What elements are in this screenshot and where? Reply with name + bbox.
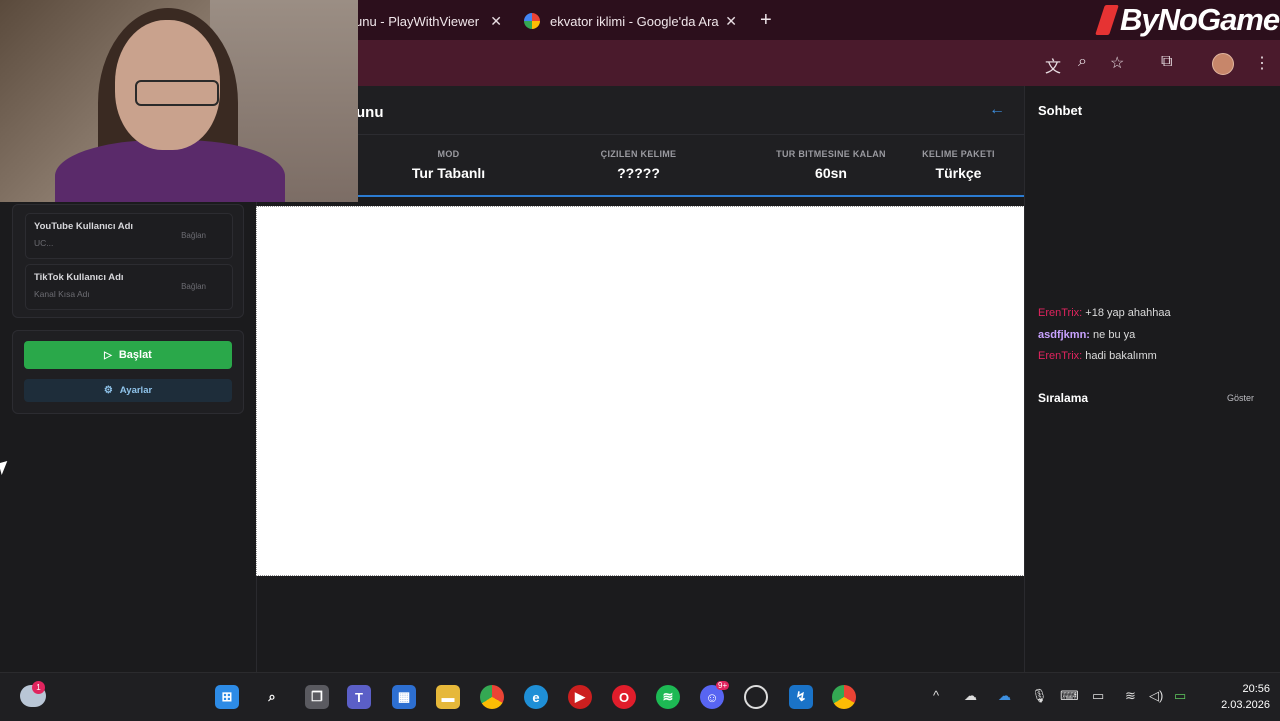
stat-time-left: TUR BITMESINE KALAN 60sn: [761, 149, 901, 181]
chat-text: ne bu ya: [1093, 329, 1136, 341]
tray-overflow-icon[interactable]: ^: [933, 688, 939, 703]
connect-button[interactable]: Bağlan: [181, 231, 206, 240]
chat-text: +18 yap ahahhaa: [1085, 307, 1171, 319]
app-icon-blue[interactable]: ↯: [789, 685, 813, 709]
stat-drawn-word: ÇIZILEN KELIME ?????: [576, 149, 701, 181]
stat-key: MOD: [437, 149, 460, 159]
teams-icon[interactable]: T: [347, 685, 371, 709]
tab-close-icon[interactable]: ✕: [490, 13, 502, 30]
start-label: Başlat: [118, 349, 152, 361]
ranking-title: Sıralama: [1038, 391, 1089, 405]
menu-icon[interactable]: ⋮: [1254, 53, 1270, 73]
settings-label: Ayarlar: [119, 385, 153, 396]
weather-badge: 1: [32, 681, 45, 694]
stat-mode: MOD Tur Tabanlı: [386, 149, 511, 181]
translate-icon[interactable]: 文: [1045, 53, 1061, 77]
obs-icon[interactable]: [744, 685, 768, 709]
spotify-icon[interactable]: ≋: [656, 685, 680, 709]
settings-button[interactable]: ⚙ Ayarlar: [24, 379, 232, 402]
stat-value: ?????: [617, 165, 660, 181]
chrome-icon[interactable]: [480, 685, 504, 709]
field-label: TikTok Kullanıcı Adı: [34, 272, 124, 283]
start-menu-icon[interactable]: ⊞: [215, 685, 239, 709]
play-icon: ▷: [104, 349, 112, 361]
extensions-icon[interactable]: ⧉: [1161, 53, 1172, 71]
google-icon: [524, 13, 540, 29]
wifi-icon[interactable]: ≋: [1125, 688, 1136, 704]
drawing-canvas[interactable]: [256, 206, 1025, 576]
tiktok-username-field[interactable]: TikTok Kullanıcı Adı Kanal Kısa Adı Bağl…: [25, 264, 233, 310]
chat-username: ErenTrix:: [1038, 350, 1083, 362]
stat-word-pack: KELIME PAKETI Türkçe: [911, 149, 1006, 181]
clock-date: 2.03.2026: [1221, 699, 1270, 711]
game-title: unu: [356, 104, 384, 121]
file-explorer-icon[interactable]: ▬: [436, 685, 460, 709]
field-label: YouTube Kullanıcı Adı: [34, 221, 134, 232]
task-view-icon[interactable]: ❐: [305, 685, 329, 709]
bynogame-logo-text: ByNoGame: [1120, 2, 1280, 37]
clock-time: 20:56: [1242, 683, 1270, 695]
back-arrow-icon[interactable]: ←: [989, 101, 1005, 119]
account-card: YouTube Kullanıcı Adı UC... Bağlan TikTo…: [12, 204, 244, 318]
zoom-icon[interactable]: ⌕: [1078, 53, 1087, 71]
right-panel: Sohbet ErenTrix: +18 yap ahahhaa asdfjkm…: [1024, 86, 1280, 672]
game-stats-bar: MOD Tur Tabanlı ÇIZILEN KELIME ????? TUR…: [256, 135, 1024, 197]
new-tab-button[interactable]: +: [760, 9, 772, 32]
opera-icon[interactable]: O: [612, 685, 636, 709]
start-button[interactable]: ▷ Başlat: [24, 341, 232, 369]
system-clock[interactable]: 20:56 2.03.2026: [1200, 681, 1270, 713]
chat-text: hadi bakalımm: [1085, 350, 1157, 362]
edge-icon[interactable]: e: [524, 685, 548, 709]
chat-username: asdfjkmn:: [1038, 329, 1090, 341]
stat-key: TUR BITMESINE KALAN: [776, 149, 886, 159]
webcam-person-glasses: [135, 80, 219, 106]
volume-icon[interactable]: ◁): [1149, 688, 1163, 704]
youtube-username-field[interactable]: YouTube Kullanıcı Adı UC... Bağlan: [25, 213, 233, 259]
chat-message: ErenTrix: +18 yap ahahhaa: [1038, 307, 1171, 319]
tab-close-icon[interactable]: ✕: [725, 13, 737, 30]
display-icon[interactable]: ▭: [1092, 688, 1104, 704]
stat-value: 60sn: [815, 165, 847, 181]
stat-key: KELIME PAKETI: [922, 149, 995, 159]
cloud-sync-icon[interactable]: ☁: [964, 688, 977, 704]
tab-title: ekvator iklimi - Google'da Ara: [550, 13, 719, 29]
search-icon[interactable]: ⌕: [260, 685, 284, 709]
connect-button[interactable]: Bağlan: [181, 282, 206, 291]
battery-icon[interactable]: ▭: [1174, 688, 1186, 704]
controls-card: ▷ Başlat ⚙ Ayarlar: [12, 330, 244, 414]
field-placeholder: Kanal Kısa Adı: [34, 289, 90, 299]
bynogame-logo: ByNoGame: [1095, 2, 1280, 38]
chat-message: asdfjkmn: ne bu ya: [1038, 329, 1135, 341]
profile-avatar[interactable]: [1212, 53, 1234, 75]
chrome-profile-icon[interactable]: [832, 685, 856, 709]
tab-google-search[interactable]: ekvator iklimi - Google'da Ara ✕: [520, 6, 745, 36]
onedrive-icon[interactable]: ☁: [998, 688, 1011, 704]
star-icon[interactable]: ☆: [1110, 53, 1124, 73]
keyboard-icon[interactable]: ⌨: [1060, 688, 1079, 704]
tab-title: unu - PlayWithViewer: [355, 13, 480, 29]
stat-value: Tur Tabanlı: [411, 165, 486, 181]
chat-username: ErenTrix:: [1038, 307, 1083, 319]
chat-message: ErenTrix: hadi bakalımm: [1038, 350, 1157, 362]
ranking-show-button[interactable]: Göster: [1227, 393, 1254, 403]
stat-key: ÇIZILEN KELIME: [600, 149, 677, 159]
bynogame-logo-mark: [1095, 5, 1119, 35]
stat-value: Türkçe: [935, 165, 982, 181]
discord-badge: 9+: [716, 681, 730, 690]
microphone-icon[interactable]: 🎙: [1031, 688, 1048, 704]
store-icon[interactable]: ▦: [392, 685, 416, 709]
field-placeholder: UC...: [34, 238, 54, 248]
tab-playwithviewer[interactable]: unu - PlayWithViewer ✕: [355, 6, 510, 36]
youtube-app-icon[interactable]: ▶: [568, 685, 592, 709]
chat-title: Sohbet: [1038, 103, 1083, 118]
gear-icon: ⚙: [103, 385, 113, 396]
webcam-overlay: [0, 0, 358, 202]
windows-taskbar: 1 ⊞ ⌕ ❐ T ▦ ▬ e ▶ O ≋ ☺ 9+ ↯ ^ ☁ ☁ 🎙 ⌨ ▭…: [0, 672, 1280, 721]
